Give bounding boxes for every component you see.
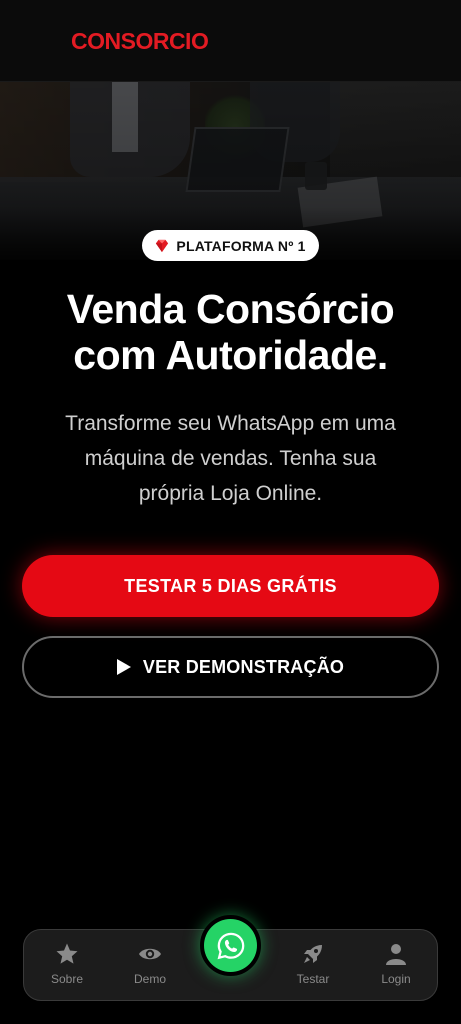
subtitle-line-1: Transforme seu WhatsApp em uma <box>65 412 396 435</box>
view-demo-label: VER DEMONSTRAÇÃO <box>142 656 345 677</box>
start-trial-label: TESTAR 5 DIAS GRÁTIS <box>124 575 337 596</box>
nav-item-testar[interactable]: Testar <box>278 942 348 992</box>
brand-logo[interactable]: CONSORCIO <box>71 28 209 55</box>
user-icon <box>386 944 406 965</box>
page-title: Venda Consórcio com Autoridade. <box>0 286 461 378</box>
subtitle-line-2: máquina de vendas. Tenha sua <box>84 447 377 470</box>
top-bar: CONSORCIO <box>0 0 461 82</box>
view-demo-button[interactable]: VER DEMONSTRAÇÃO <box>22 636 439 698</box>
rocket-icon <box>304 945 322 963</box>
nav-item-login[interactable]: Login <box>361 942 431 992</box>
subtitle: Transforme seu WhatsApp em uma máquina d… <box>28 406 433 511</box>
start-trial-button[interactable]: TESTAR 5 DIAS GRÁTIS <box>22 555 439 617</box>
nav-label-testar: Testar <box>296 972 330 986</box>
nav-item-sobre[interactable]: Sobre <box>32 942 102 992</box>
play-icon <box>116 659 131 675</box>
eye-icon <box>139 948 161 960</box>
nav-label-demo: Demo <box>133 972 166 986</box>
nav-label-sobre: Sobre <box>50 972 84 986</box>
gem-icon <box>156 239 169 252</box>
headline-line-2: com Autoridade. <box>73 332 388 378</box>
headline-line-1: Venda Consórcio <box>66 286 395 332</box>
subtitle-line-3: própria Loja Online. <box>138 482 323 505</box>
whatsapp-icon <box>217 932 244 959</box>
nav-label-login: Login <box>381 972 411 986</box>
whatsapp-button[interactable] <box>200 915 261 976</box>
platform-badge: PLATAFORMA Nº 1 <box>142 230 319 261</box>
star-icon <box>56 943 78 964</box>
badge-label: PLATAFORMA Nº 1 <box>176 237 306 254</box>
nav-item-demo[interactable]: Demo <box>115 942 185 992</box>
